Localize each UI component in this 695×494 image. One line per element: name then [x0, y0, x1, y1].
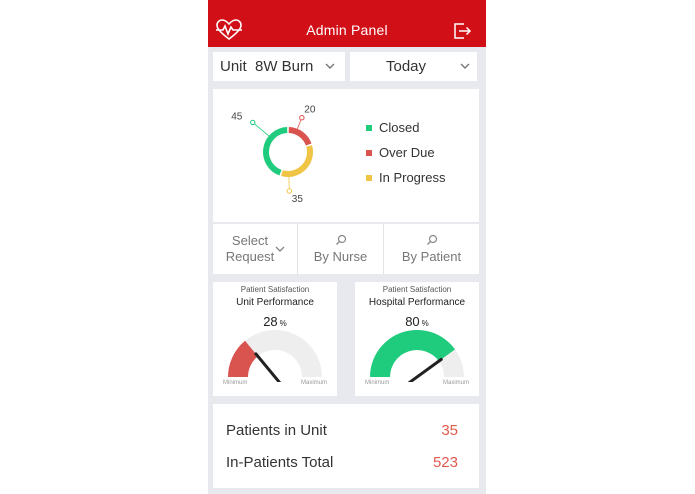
unit-performance-card: Patient Satisfaction Unit Performance 28… [213, 282, 337, 396]
callout-label-overdue: 20 [304, 105, 316, 116]
callout-label-closed: 45 [231, 111, 243, 122]
gauge-fill [370, 330, 456, 377]
by-patient-label: By Patient [401, 249, 462, 264]
donut-slice-closed[interactable] [263, 127, 288, 176]
callout-label-inprogress: 35 [292, 194, 304, 205]
unit-dropdown-label: Unit 8W Burn [220, 58, 314, 75]
date-dropdown-label: Today [386, 58, 427, 75]
gauge-max-label: Maximum [442, 380, 469, 386]
by-patient-button[interactable]: By Patient [384, 224, 479, 274]
gauge-needle [254, 352, 282, 382]
gauge-min-label: Minimum [365, 380, 390, 386]
request-filter-bar: Select Request By Nurse By Patient [213, 224, 479, 274]
date-dropdown[interactable]: Today [350, 52, 477, 81]
logout-icon[interactable] [452, 21, 472, 41]
by-nurse-label: By Nurse [313, 249, 368, 264]
callout-dot-closed [250, 119, 256, 126]
callout-line-closed [252, 122, 270, 137]
phone-screen: Admin Panel Unit 8W Burn Today 45 20 35 Cl… [208, 0, 486, 494]
request-status-card: 45 20 35 Closed Over Due In Progress [213, 89, 479, 222]
legend-swatch-overdue [366, 150, 372, 156]
chevron-down-icon [325, 63, 335, 69]
unit-performance-gauge [228, 330, 322, 382]
by-nurse-button[interactable]: By Nurse [298, 224, 384, 274]
select-request-dropdown[interactable]: Select Request [213, 224, 298, 274]
gauge-min-label: Minimum [223, 380, 248, 386]
stat-row-inpatients-total[interactable]: In-Patients Total 523 [226, 454, 458, 478]
legend-label-overdue: Over Due [379, 145, 435, 160]
stat-label: Patients in Unit [226, 422, 327, 439]
gauge-max-label: Maximum [300, 380, 327, 386]
select-request-label: Select Request [225, 233, 275, 264]
patient-stats-card: Patients in Unit 35 In-Patients Total 52… [213, 404, 479, 488]
stat-row-patients-in-unit[interactable]: Patients in Unit 35 [226, 422, 458, 446]
gauge-subtitle: Patient Satisfaction [382, 285, 452, 294]
chevron-down-icon [275, 246, 285, 252]
legend-swatch-inprogress [366, 175, 372, 181]
callout-dot-overdue [299, 114, 305, 121]
unit-dropdown[interactable]: Unit 8W Burn [213, 52, 345, 81]
donut-slice-inprogress[interactable] [281, 145, 313, 177]
stat-value: 35 [441, 422, 458, 439]
donut-slice-overdue[interactable] [288, 127, 312, 146]
legend-label-inprogress: In Progress [379, 170, 446, 185]
legend-label-closed: Closed [379, 120, 420, 135]
chevron-down-icon [460, 63, 470, 69]
hospital-performance-card: Patient Satisfaction Hospital Performanc… [355, 282, 479, 396]
stat-label: In-Patients Total [226, 454, 334, 471]
search-icon [427, 234, 438, 245]
gauge-title: Hospital Performance [368, 297, 466, 308]
gauge-title: Unit Performance [236, 297, 314, 308]
gauge-needle [407, 357, 443, 382]
legend-swatch-closed [366, 125, 372, 131]
gauge-subtitle: Patient Satisfaction [240, 285, 310, 294]
page-title: Admin Panel [306, 22, 388, 38]
request-donut-chart: 45 20 35 [231, 105, 316, 205]
app-header: Admin Panel [208, 0, 486, 47]
stat-value: 523 [432, 454, 458, 471]
search-icon [336, 234, 347, 245]
callout-dot-inprogress [286, 188, 293, 194]
hospital-performance-gauge [370, 330, 464, 382]
